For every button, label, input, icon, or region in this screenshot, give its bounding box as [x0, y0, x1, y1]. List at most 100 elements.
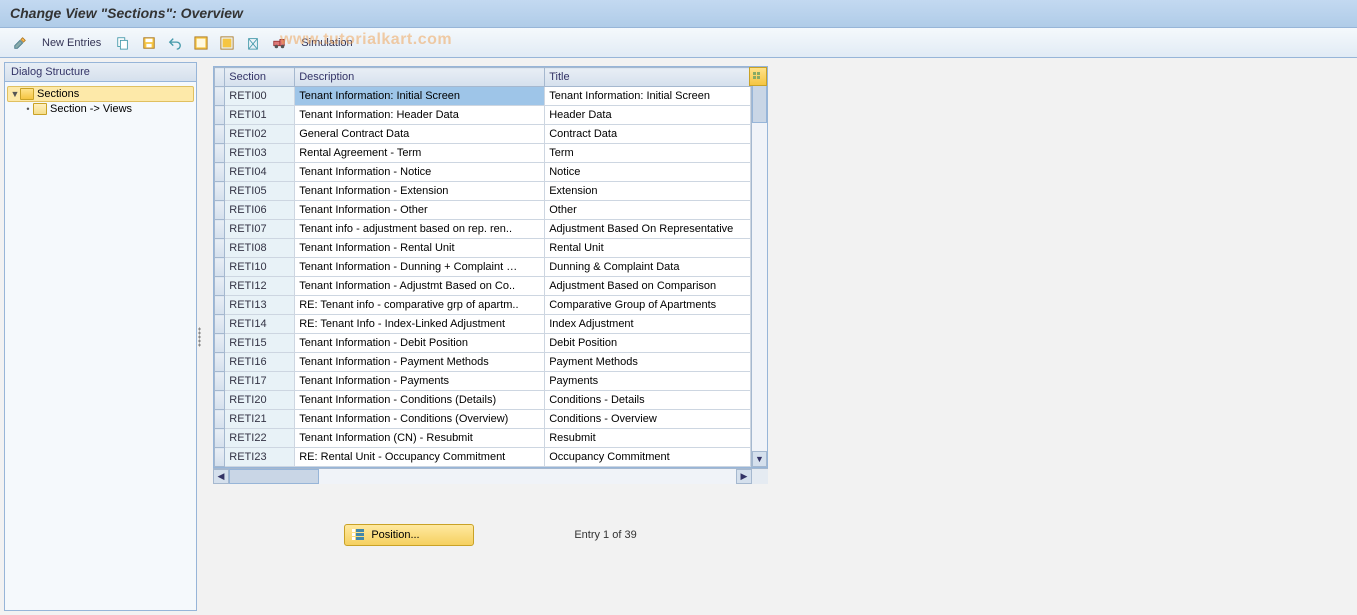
delete-icon[interactable] — [243, 33, 263, 53]
cell-title[interactable]: Payment Methods — [545, 353, 751, 372]
cell-description[interactable]: Tenant info - adjustment based on rep. r… — [295, 220, 545, 239]
table-row[interactable]: RETI06Tenant Information - OtherOther — [215, 201, 751, 220]
cell-section[interactable]: RETI13 — [225, 296, 295, 315]
cell-description[interactable]: Tenant Information - Payments — [295, 372, 545, 391]
cell-section[interactable]: RETI17 — [225, 372, 295, 391]
cell-description[interactable]: Tenant Information - Extension — [295, 182, 545, 201]
position-button[interactable]: Position... — [344, 524, 474, 546]
cell-section[interactable]: RETI05 — [225, 182, 295, 201]
cell-title[interactable]: Dunning & Complaint Data — [545, 258, 751, 277]
col-header-title[interactable]: Title — [545, 68, 751, 87]
table-row[interactable]: RETI17Tenant Information - PaymentsPayme… — [215, 372, 751, 391]
row-selector[interactable] — [215, 296, 225, 315]
row-selector[interactable] — [215, 125, 225, 144]
cell-section[interactable]: RETI10 — [225, 258, 295, 277]
scroll-right-icon[interactable]: ▶ — [736, 469, 752, 484]
cell-section[interactable]: RETI15 — [225, 334, 295, 353]
row-selector[interactable] — [215, 201, 225, 220]
vertical-scrollbar[interactable]: ▲ ▼ — [751, 67, 767, 467]
cell-title[interactable]: Adjustment Based On Representative — [545, 220, 751, 239]
table-row[interactable]: RETI02General Contract DataContract Data — [215, 125, 751, 144]
transport-icon[interactable] — [269, 33, 289, 53]
cell-description[interactable]: Tenant Information - Payment Methods — [295, 353, 545, 372]
table-row[interactable]: RETI05Tenant Information - ExtensionExte… — [215, 182, 751, 201]
row-selector[interactable] — [215, 353, 225, 372]
cell-title[interactable]: Resubmit — [545, 429, 751, 448]
cell-description[interactable]: Tenant Information - Debit Position — [295, 334, 545, 353]
table-row[interactable]: RETI21Tenant Information - Conditions (O… — [215, 410, 751, 429]
cell-title[interactable]: Other — [545, 201, 751, 220]
cell-section[interactable]: RETI08 — [225, 239, 295, 258]
row-selector[interactable] — [215, 182, 225, 201]
cell-title[interactable]: Term — [545, 144, 751, 163]
col-header-description[interactable]: Description — [295, 68, 545, 87]
cell-title[interactable]: Tenant Information: Initial Screen — [545, 87, 751, 106]
row-selector[interactable] — [215, 220, 225, 239]
cell-description[interactable]: Tenant Information - Conditions (Details… — [295, 391, 545, 410]
cell-description[interactable]: Tenant Information - Notice — [295, 163, 545, 182]
cell-description[interactable]: Tenant Information - Adjustmt Based on C… — [295, 277, 545, 296]
cell-title[interactable]: Payments — [545, 372, 751, 391]
scroll-left-icon[interactable]: ◀ — [213, 469, 229, 484]
table-row[interactable]: RETI04Tenant Information - NoticeNotice — [215, 163, 751, 182]
cell-title[interactable]: Adjustment Based on Comparison — [545, 277, 751, 296]
table-row[interactable]: RETI15Tenant Information - Debit Positio… — [215, 334, 751, 353]
cell-description[interactable]: RE: Tenant Info - Index-Linked Adjustmen… — [295, 315, 545, 334]
hscroll-thumb[interactable] — [229, 469, 319, 484]
cell-description[interactable]: Rental Agreement - Term — [295, 144, 545, 163]
table-row[interactable]: RETI07Tenant info - adjustment based on … — [215, 220, 751, 239]
row-selector[interactable] — [215, 277, 225, 296]
table-row[interactable]: RETI20Tenant Information - Conditions (D… — [215, 391, 751, 410]
table-row[interactable]: RETI12Tenant Information - Adjustmt Base… — [215, 277, 751, 296]
scroll-down-icon[interactable]: ▼ — [752, 451, 767, 467]
cell-section[interactable]: RETI14 — [225, 315, 295, 334]
cell-title[interactable]: Conditions - Overview — [545, 410, 751, 429]
scroll-track[interactable] — [752, 83, 767, 451]
cell-description[interactable]: General Contract Data — [295, 125, 545, 144]
hscroll-track[interactable] — [229, 469, 736, 484]
row-selector[interactable] — [215, 334, 225, 353]
table-row[interactable]: RETI08Tenant Information - Rental UnitRe… — [215, 239, 751, 258]
row-selector-header[interactable] — [215, 68, 225, 87]
cell-description[interactable]: RE: Rental Unit - Occupancy Commitment — [295, 448, 545, 467]
row-selector[interactable] — [215, 258, 225, 277]
cell-section[interactable]: RETI00 — [225, 87, 295, 106]
cell-title[interactable]: Occupancy Commitment — [545, 448, 751, 467]
table-row[interactable]: RETI14RE: Tenant Info - Index-Linked Adj… — [215, 315, 751, 334]
copy-icon[interactable] — [113, 33, 133, 53]
col-header-section[interactable]: Section — [225, 68, 295, 87]
row-selector[interactable] — [215, 87, 225, 106]
cell-section[interactable]: RETI21 — [225, 410, 295, 429]
table-row[interactable]: RETI16Tenant Information - Payment Metho… — [215, 353, 751, 372]
cell-section[interactable]: RETI22 — [225, 429, 295, 448]
cell-description[interactable]: Tenant Information - Rental Unit — [295, 239, 545, 258]
cell-title[interactable]: Contract Data — [545, 125, 751, 144]
row-selector[interactable] — [215, 315, 225, 334]
table-settings-icon[interactable] — [749, 67, 767, 86]
cell-section[interactable]: RETI20 — [225, 391, 295, 410]
row-selector[interactable] — [215, 391, 225, 410]
cell-title[interactable]: Extension — [545, 182, 751, 201]
table-row[interactable]: RETI22Tenant Information (CN) - Resubmit… — [215, 429, 751, 448]
cell-section[interactable]: RETI07 — [225, 220, 295, 239]
cell-title[interactable]: Rental Unit — [545, 239, 751, 258]
cell-section[interactable]: RETI03 — [225, 144, 295, 163]
undo-icon[interactable] — [165, 33, 185, 53]
horizontal-scrollbar[interactable]: ◀ ▶ — [213, 468, 768, 484]
table-row[interactable]: RETI13RE: Tenant info - comparative grp … — [215, 296, 751, 315]
cell-description[interactable]: Tenant Information: Initial Screen — [295, 87, 545, 106]
simulation-button[interactable]: Simulation — [295, 33, 358, 53]
cell-title[interactable]: Debit Position — [545, 334, 751, 353]
table-row[interactable]: RETI01Tenant Information: Header DataHea… — [215, 106, 751, 125]
row-selector[interactable] — [215, 410, 225, 429]
cell-title[interactable]: Header Data — [545, 106, 751, 125]
cell-section[interactable]: RETI01 — [225, 106, 295, 125]
deselect-all-icon[interactable] — [217, 33, 237, 53]
cell-description[interactable]: Tenant Information: Header Data — [295, 106, 545, 125]
row-selector[interactable] — [215, 106, 225, 125]
select-all-icon[interactable] — [191, 33, 211, 53]
row-selector[interactable] — [215, 448, 225, 467]
cell-description[interactable]: Tenant Information (CN) - Resubmit — [295, 429, 545, 448]
cell-title[interactable]: Index Adjustment — [545, 315, 751, 334]
save-icon[interactable] — [139, 33, 159, 53]
